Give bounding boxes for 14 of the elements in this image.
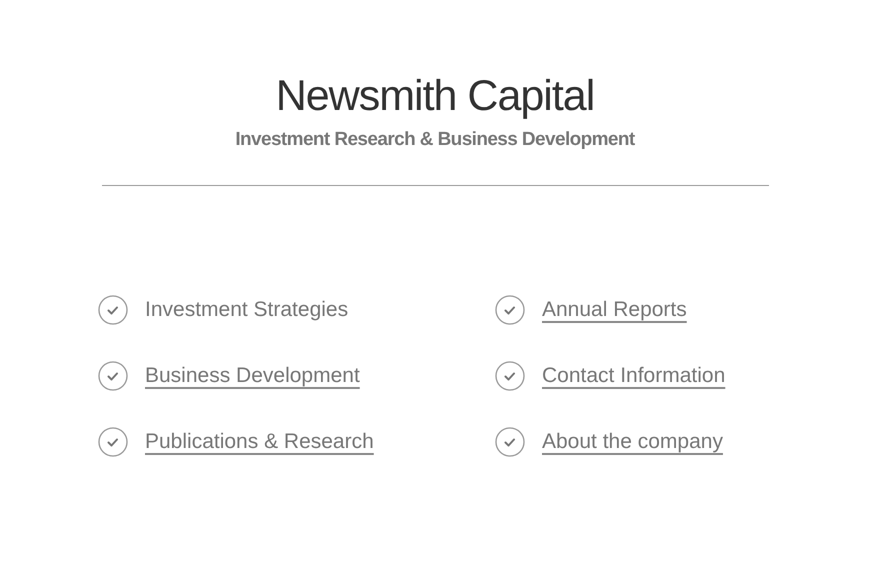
check-circle-icon [495, 426, 525, 456]
site-tagline: Investment Research & Business Development [235, 128, 635, 152]
check-circle-icon [98, 360, 128, 390]
nav-link[interactable]: Publications & Research [145, 426, 374, 458]
site-title: Newsmith Capital [276, 71, 594, 122]
check-circle-icon [98, 294, 128, 324]
check-circle-icon [495, 294, 525, 324]
check-circle-icon [495, 360, 525, 390]
nav-label: Investment Strategies [145, 296, 348, 323]
nav-link[interactable]: Contact Information [542, 360, 726, 392]
check-circle-icon [98, 426, 128, 456]
nav-link[interactable]: About the company [542, 426, 723, 458]
nav-link[interactable]: Annual Reports [542, 294, 687, 326]
nav-link[interactable]: Business Development [145, 360, 360, 392]
